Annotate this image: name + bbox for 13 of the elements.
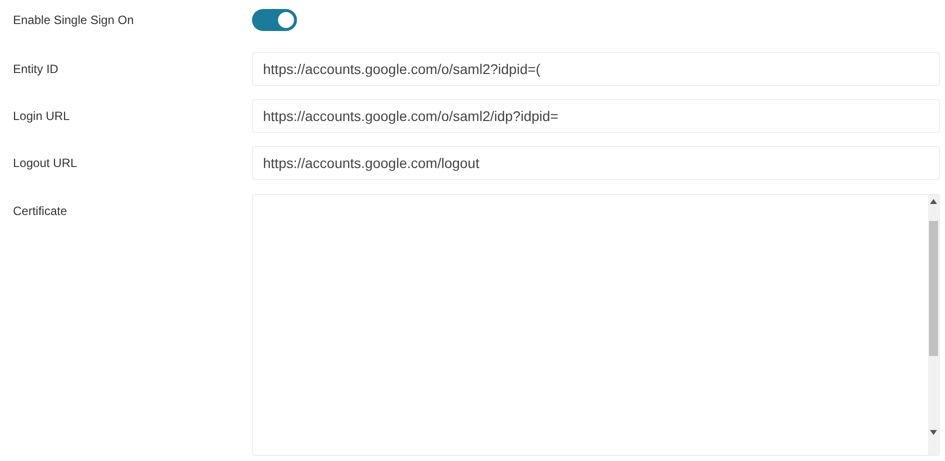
scroll-down-icon[interactable] [930, 430, 937, 435]
scrollbar[interactable] [928, 195, 939, 455]
toggle-label: Enable Single Sign On [13, 12, 135, 29]
field-label: Logout URL [13, 155, 78, 172]
field-label: Entity ID [13, 61, 60, 78]
url-field[interactable]: https://accounts.google.com/logout [252, 146, 940, 180]
toggle-switch[interactable] [252, 9, 297, 31]
url-field[interactable]: https://accounts.google.com/o/saml2/idp?idpid= [252, 99, 940, 133]
field-label: Certificate [13, 203, 68, 220]
url-field[interactable]: https://accounts.google.com/o/saml2?idpid=( [252, 52, 940, 86]
scroll-up-icon[interactable] [930, 199, 937, 204]
scrollbar-thumb[interactable] [929, 221, 938, 356]
field-label: Login URL [13, 108, 71, 125]
